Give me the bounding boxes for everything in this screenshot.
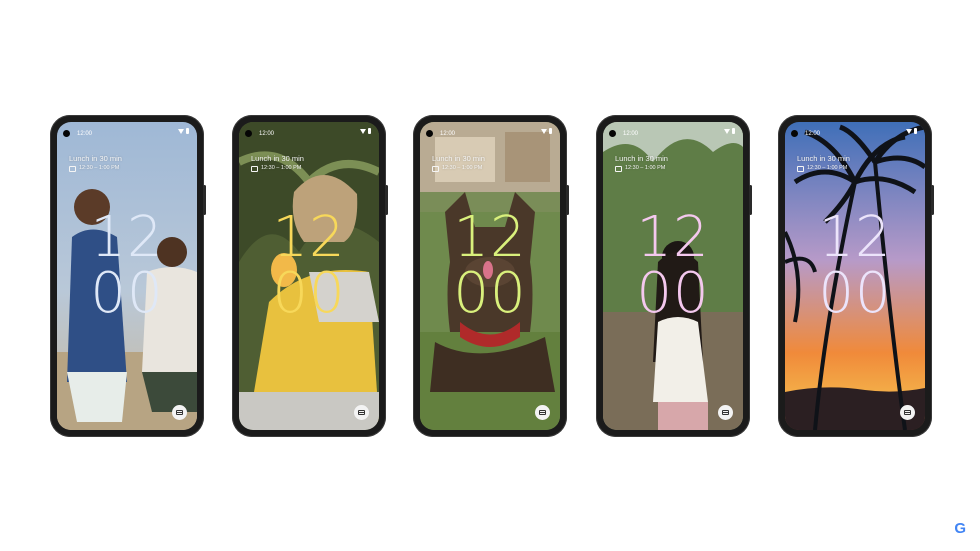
calendar-event[interactable]: Lunch in 30 min 12:30 – 1:00 PM [615,154,668,173]
status-time: 12:00 [259,131,275,137]
status-bar: 12:00 [785,128,925,140]
status-bar: 12:00 [57,128,197,140]
event-time: 12:30 – 1:00 PM [625,165,666,171]
lock-screen: 12:00 Lunch in 30 min 12:30 – 1:00 PM 12… [420,122,560,430]
lock-clock: 12 00 [239,210,379,322]
camera-cutout [791,130,798,137]
phone-4: 12:00 Lunch in 30 min 12:30 – 1:00 PM 12… [596,115,752,437]
wifi-icon [541,128,547,134]
calendar-icon [251,165,258,172]
google-logo: G [954,520,966,537]
status-bar: 12:00 [603,128,743,140]
phone-2: 12:00 Lunch in 30 min 12:30 – 1:00 PM 12… [232,115,388,437]
lock-clock: 12 00 [603,210,743,322]
camera-cutout [426,130,433,137]
event-time: 12:30 – 1:00 PM [807,165,848,171]
wallet-icon [176,410,183,415]
event-title: Lunch in 30 min [797,154,850,163]
lock-screen: 12:00 Lunch in 30 min 12:30 – 1:00 PM 12… [785,122,925,430]
status-time: 12:00 [805,131,821,137]
camera-cutout [63,130,70,137]
status-time: 12:00 [77,131,93,137]
clock-hours: 12 [90,205,164,270]
status-time: 12:00 [623,131,639,137]
wifi-icon [906,128,912,134]
clock-hours: 12 [636,205,710,270]
calendar-event[interactable]: Lunch in 30 min 12:30 – 1:00 PM [69,154,122,173]
phone-5: 12:00 Lunch in 30 min 12:30 – 1:00 PM 12… [778,115,934,437]
wallet-icon [358,410,365,415]
event-time: 12:30 – 1:00 PM [79,165,120,171]
wallet-icon [904,410,911,415]
event-time: 12:30 – 1:00 PM [442,165,483,171]
clock-hours: 12 [272,205,346,270]
clock-minutes: 00 [272,261,346,326]
battery-icon [732,128,735,134]
wifi-icon [724,128,730,134]
wallet-shortcut-button[interactable] [900,405,915,420]
calendar-event[interactable]: Lunch in 30 min 12:30 – 1:00 PM [797,154,850,173]
lock-clock: 12 00 [57,210,197,322]
event-title: Lunch in 30 min [251,154,304,163]
wallet-shortcut-button[interactable] [535,405,550,420]
calendar-icon [615,165,622,172]
phone-1: 12:00 Lunch in 30 min 12:30 – 1:00 PM 12… [50,115,206,437]
battery-icon [549,128,552,134]
wallet-shortcut-button[interactable] [354,405,369,420]
wallet-shortcut-button[interactable] [718,405,733,420]
lock-clock: 12 00 [420,210,560,322]
calendar-event[interactable]: Lunch in 30 min 12:30 – 1:00 PM [251,154,304,173]
camera-cutout [245,130,252,137]
clock-minutes: 00 [636,261,710,326]
event-title: Lunch in 30 min [432,154,485,163]
clock-hours: 12 [818,205,892,270]
wallet-icon [722,410,729,415]
calendar-icon [69,165,76,172]
calendar-icon [797,165,804,172]
clock-hours: 12 [453,205,527,270]
lock-screen: 12:00 Lunch in 30 min 12:30 – 1:00 PM 12… [57,122,197,430]
lock-screen: 12:00 Lunch in 30 min 12:30 – 1:00 PM 12… [603,122,743,430]
battery-icon [914,128,917,134]
status-bar: 12:00 [239,128,379,140]
camera-cutout [609,130,616,137]
calendar-event[interactable]: Lunch in 30 min 12:30 – 1:00 PM [432,154,485,173]
event-title: Lunch in 30 min [69,154,122,163]
event-title: Lunch in 30 min [615,154,668,163]
phone-3: 12:00 Lunch in 30 min 12:30 – 1:00 PM 12… [413,115,569,437]
clock-minutes: 00 [818,261,892,326]
wifi-icon [178,128,184,134]
event-time: 12:30 – 1:00 PM [261,165,302,171]
calendar-icon [432,165,439,172]
wallet-icon [539,410,546,415]
battery-icon [368,128,371,134]
battery-icon [186,128,189,134]
status-time: 12:00 [440,131,456,137]
wallet-shortcut-button[interactable] [172,405,187,420]
clock-minutes: 00 [90,261,164,326]
lock-clock: 12 00 [785,210,925,322]
clock-minutes: 00 [453,261,527,326]
wifi-icon [360,128,366,134]
lock-screen: 12:00 Lunch in 30 min 12:30 – 1:00 PM 12… [239,122,379,430]
status-bar: 12:00 [420,128,560,140]
